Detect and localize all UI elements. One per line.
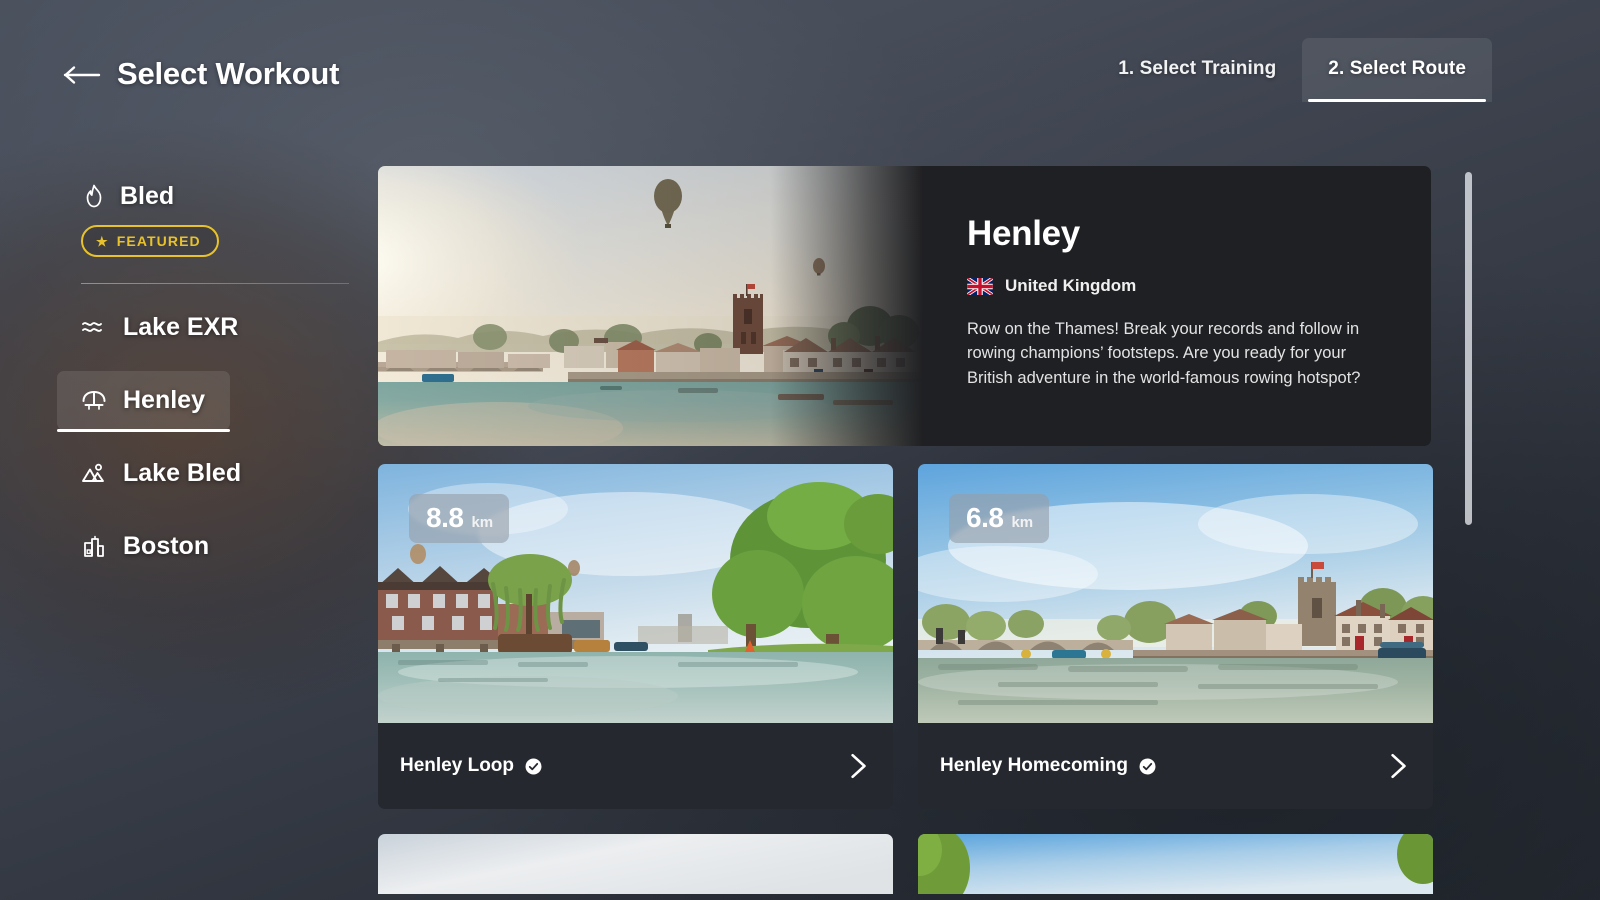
route-thumbnail: 8.8 km <box>378 464 893 723</box>
route-card-henley-homecoming[interactable]: 6.8 km Henley Homecoming <box>918 464 1433 809</box>
featured-badge[interactable]: ★ FEATURED <box>81 225 219 257</box>
route-name: Henley Homecoming <box>940 755 1128 776</box>
step-tabs: 1. Select Training 2. Select Route <box>1092 38 1492 102</box>
route-distance-unit: km <box>471 514 494 531</box>
route-list-scroll-area[interactable]: Henley United Kingdom Row on the Thames!… <box>378 166 1450 900</box>
tab-select-route[interactable]: 2. Select Route <box>1302 38 1492 102</box>
sidebar-item-bled[interactable]: Bled <box>81 182 332 211</box>
route-distance-badge: 8.8 km <box>409 494 510 543</box>
route-card-partial-left[interactable] <box>378 834 893 894</box>
sidebar-item-label: Lake EXR <box>123 313 239 341</box>
select-workout-screen: Select Workout 1. Select Training 2. Sel… <box>0 0 1600 900</box>
location-hero-panel: Henley United Kingdom Row on the Thames!… <box>378 166 1431 446</box>
sidebar-divider <box>81 283 349 284</box>
arrow-left-icon <box>63 66 101 84</box>
route-card-grid-next-row <box>378 834 1450 894</box>
verified-check-icon <box>525 758 542 774</box>
route-distance-value: 8.8 <box>426 502 464 533</box>
route-distance-unit: km <box>1011 514 1034 531</box>
chevron-right-icon[interactable] <box>845 752 871 780</box>
sidebar-item-lake-exr[interactable]: Lake EXR <box>57 298 238 357</box>
henley-hero-image <box>378 166 923 446</box>
uk-flag-icon <box>967 277 993 295</box>
mountain-icon <box>81 461 107 487</box>
featured-badge-label: FEATURED <box>116 233 201 249</box>
sidebar-item-boston[interactable]: Boston <box>57 517 230 576</box>
route-card-henley-loop[interactable]: 8.8 km Henley Loop <box>378 464 893 809</box>
sidebar-featured-group: Bled ★ FEATURED <box>57 182 349 284</box>
route-distance-badge: 6.8 km <box>949 494 1050 543</box>
route-thumbnail-partial <box>378 834 893 894</box>
location-country-row: United Kingdom <box>967 276 1387 296</box>
sidebar-item-label: Boston <box>123 532 210 560</box>
route-card-partial-right[interactable] <box>918 834 1433 894</box>
back-button[interactable] <box>62 58 102 92</box>
hero-scene-illustration <box>378 166 923 446</box>
route-card-grid: 8.8 km Henley Loop 6.8 km Henley Homecom… <box>378 464 1450 809</box>
bridge-icon <box>81 388 107 414</box>
location-title: Henley <box>967 214 1080 253</box>
page-title: Select Workout <box>117 56 340 91</box>
route-thumbnail-partial <box>918 834 1433 894</box>
route-thumbnail: 6.8 km <box>918 464 1433 723</box>
route-card-footer: Henley Loop <box>378 723 893 809</box>
verified-check-icon <box>1139 758 1156 774</box>
route-distance-value: 6.8 <box>966 502 1004 533</box>
sidebar-item-label: Lake Bled <box>123 459 242 487</box>
sidebar-item-lake-bled[interactable]: Lake Bled <box>57 444 241 503</box>
route-name-group: Henley Loop <box>400 755 542 777</box>
waves-icon <box>81 315 107 341</box>
sidebar-featured-label: Bled <box>120 182 175 210</box>
content-scrollbar-track[interactable] <box>1465 170 1472 892</box>
route-name: Henley Loop <box>400 755 515 776</box>
sidebar-item-label: Henley <box>123 386 205 414</box>
sidebar-list: Lake EXR Henley Lake Bled Boston <box>57 298 332 576</box>
location-description: Row on the Thames! Break your records an… <box>967 320 1361 387</box>
location-detail-info: Henley United Kingdom Row on the Thames!… <box>923 166 1431 446</box>
chevron-right-icon[interactable] <box>1385 752 1411 780</box>
star-icon: ★ <box>96 233 109 249</box>
sidebar-item-henley[interactable]: Henley <box>57 371 230 432</box>
route-name-group: Henley Homecoming <box>940 755 1156 777</box>
location-country-label: United Kingdom <box>1005 276 1137 295</box>
route-card-footer: Henley Homecoming <box>918 723 1433 809</box>
content-scrollbar-thumb[interactable] <box>1465 172 1472 525</box>
building-icon <box>81 534 107 560</box>
location-sidebar: Bled ★ FEATURED Lake EXR Henley Lake Ble… <box>57 182 349 590</box>
tab-select-training[interactable]: 1. Select Training <box>1092 38 1302 102</box>
flame-icon <box>81 184 107 210</box>
app-header: Select Workout 1. Select Training 2. Sel… <box>0 0 1600 150</box>
